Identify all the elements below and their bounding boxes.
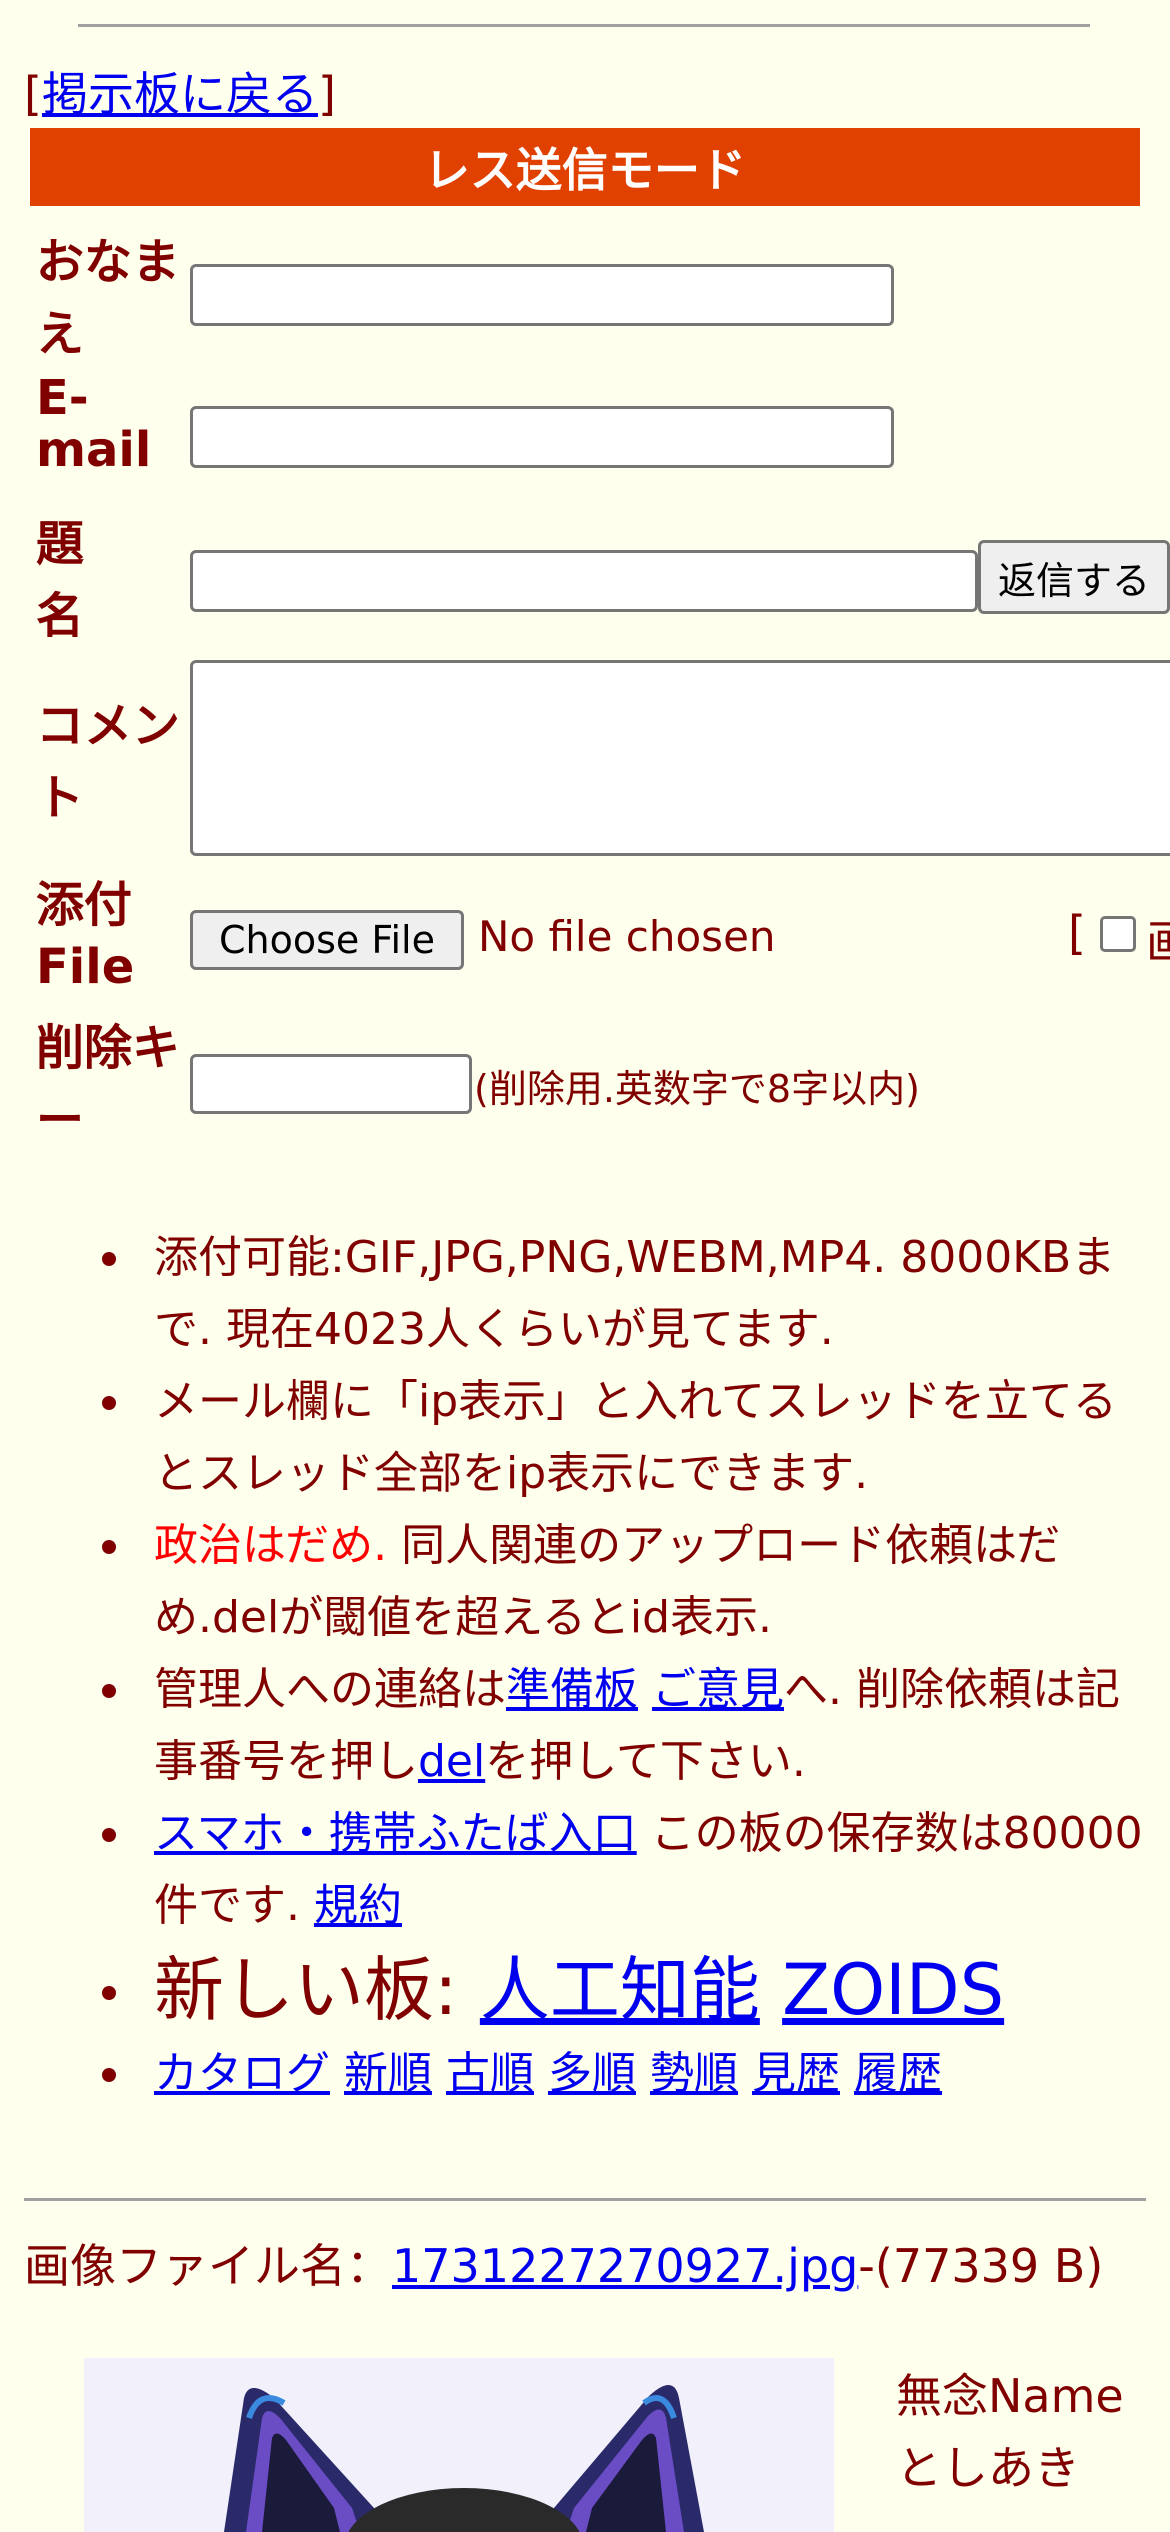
mobile-entrance-link[interactable]: スマホ・携帯ふたば入口 <box>154 1808 637 1859</box>
ai-board-link[interactable]: 人工知能 <box>480 1949 760 2031</box>
bullet <box>102 1540 116 1554</box>
poster-name: 無念Name としあき <box>896 2360 1124 2504</box>
image-option-label: 画 <box>1146 915 1170 969</box>
note-contact-text: 管理人への連絡は <box>154 1664 506 1715</box>
poster-name-line1: 無念Name <box>896 2369 1124 2423</box>
post-thumbnail[interactable] <box>84 2358 834 2532</box>
note-politics-warning: 政治はだめ. <box>154 1520 388 1571</box>
sort-most-link[interactable]: 多順 <box>548 2048 636 2099</box>
note-contact: 管理人への連絡は準備板 ご意見へ. 削除依頼は記事番号を押しdelを押して下さい… <box>0 1654 1170 1798</box>
del-link[interactable]: del <box>418 1736 485 1787</box>
back-bracket-close: ] <box>317 67 336 121</box>
zoids-board-link[interactable]: ZOIDS <box>782 1949 1004 2031</box>
file-label: 添付File <box>36 877 135 995</box>
reply-submit-button[interactable]: 返信する <box>978 540 1170 614</box>
catalog-link[interactable]: カタログ <box>154 2048 330 2099</box>
post-divider <box>24 2198 1146 2201</box>
delete-key-input[interactable] <box>190 1054 472 1114</box>
note-sort-links: カタログ 新順 古順 多順 勢順 見歴 履歴 <box>0 2038 1170 2110</box>
view-history-link[interactable]: 見歴 <box>752 2048 840 2099</box>
image-option-checkbox[interactable] <box>1100 916 1136 952</box>
bullet <box>102 1252 116 1266</box>
board-notes-list: 添付可能:GIF,JPG,PNG,WEBM,MP4. 8000KBまで. 現在4… <box>0 1222 1170 2110</box>
note-ip-display-text: メール欄に「ip表示」と入れてスレッドを立てるとスレッド全部をip表示にできます… <box>154 1376 1117 1499</box>
back-to-board-link[interactable]: 掲示板に戻る <box>42 67 318 121</box>
comment-textarea[interactable] <box>190 660 1170 856</box>
note-attachments: 添付可能:GIF,JPG,PNG,WEBM,MP4. 8000KBまで. 現在4… <box>0 1222 1170 1366</box>
sort-oldest-link[interactable]: 古順 <box>446 2048 534 2099</box>
post-file-info: 画像ファイル名：1731227270927.jpg-(77339 B) <box>24 2236 1154 2296</box>
feedback-link[interactable]: ご意見 <box>652 1664 784 1715</box>
bullet <box>102 2068 116 2082</box>
post-history-link[interactable]: 履歴 <box>854 2048 942 2099</box>
note-mobile: スマホ・携帯ふたば入口 この板の保存数は80000件です. 規約 <box>0 1798 1170 1942</box>
file-name-label: 画像ファイル名： <box>24 2239 392 2293</box>
delete-key-hint: (削除用.英数字で8字以内) <box>474 1067 920 1111</box>
back-bracket-open: [ <box>24 67 42 121</box>
email-label: E-mail <box>36 370 152 478</box>
top-divider <box>78 24 1090 27</box>
image-file-link[interactable]: 1731227270927.jpg <box>392 2239 858 2293</box>
bullet <box>102 1986 116 2000</box>
note-new-boards: 新しい板: 人工知能 ZOIDS <box>0 1942 1170 2038</box>
subject-label: 題名 <box>36 516 85 644</box>
reply-mode-header: レス送信モード <box>30 128 1140 206</box>
poster-name-line2: としあき <box>896 2441 1080 2495</box>
terms-link[interactable]: 規約 <box>314 1880 402 1931</box>
thumbnail-art <box>84 2358 834 2532</box>
sort-momentum-link[interactable]: 勢順 <box>650 2048 738 2099</box>
sort-newest-link[interactable]: 新順 <box>344 2048 432 2099</box>
file-size: -(77339 B) <box>858 2239 1104 2293</box>
comment-label: コメント <box>36 698 181 826</box>
email-input[interactable] <box>190 406 894 468</box>
choose-file-button[interactable]: Choose File <box>190 910 464 970</box>
back-link-row: [掲示板に戻る] <box>24 58 336 124</box>
no-file-chosen-text: No file chosen <box>478 912 776 961</box>
note-delete-request-tail: を押して下さい. <box>485 1736 806 1787</box>
bullet <box>102 1684 116 1698</box>
bullet <box>102 1396 116 1410</box>
delete-key-label: 削除キー <box>36 1020 181 1148</box>
prep-board-link[interactable]: 準備板 <box>506 1664 638 1715</box>
file-option-bracket: [ <box>1068 906 1086 960</box>
name-label: おなまえ <box>36 234 181 362</box>
name-input[interactable] <box>190 264 894 326</box>
note-rules: 政治はだめ. 同人関連のアップロード依頼はだめ.delが閾値を超えるとid表示. <box>0 1510 1170 1654</box>
new-boards-label: 新しい板: <box>154 1949 480 2031</box>
note-attachments-text: 添付可能:GIF,JPG,PNG,WEBM,MP4. 8000KBまで. 現在4… <box>154 1232 1116 1355</box>
note-ip-display: メール欄に「ip表示」と入れてスレッドを立てるとスレッド全部をip表示にできます… <box>0 1366 1170 1510</box>
subject-input[interactable] <box>190 550 978 612</box>
bullet <box>102 1828 116 1842</box>
